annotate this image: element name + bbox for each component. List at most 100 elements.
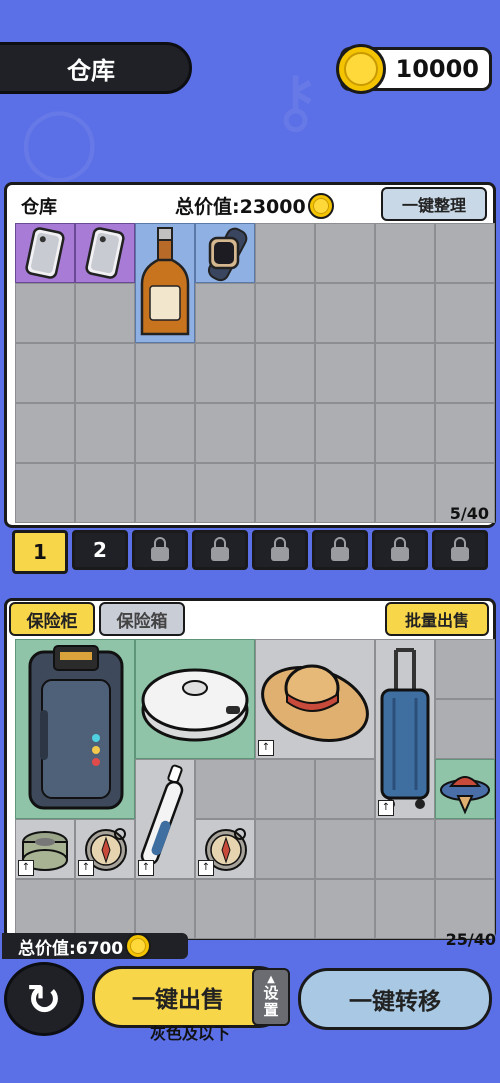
grid-slot[interactable]	[135, 403, 195, 463]
upgrade-marker-icon: ↑	[18, 860, 34, 876]
grid-slot[interactable]	[195, 759, 255, 819]
grid-slot[interactable]	[255, 879, 315, 939]
page-tab-locked[interactable]	[132, 530, 188, 570]
phone-case-icon	[25, 227, 65, 279]
grid-slot[interactable]	[75, 283, 135, 343]
grid-slot[interactable]	[375, 463, 435, 523]
refresh-icon: ↻	[26, 974, 62, 1024]
item-slot-whiskey-bottle[interactable]	[135, 223, 195, 343]
warehouse-capacity: 5/40	[449, 504, 489, 523]
grid-slot[interactable]	[435, 223, 495, 283]
grid-slot[interactable]	[435, 699, 495, 759]
grid-slot[interactable]	[375, 879, 435, 939]
item-slot-suitcase[interactable]: ↑	[375, 639, 435, 819]
grid-slot[interactable]	[435, 403, 495, 463]
grid-slot[interactable]	[435, 639, 495, 699]
grid-slot[interactable]	[315, 403, 375, 463]
grid-slot[interactable]	[255, 759, 315, 819]
grid-slot[interactable]	[315, 223, 375, 283]
grid-slot[interactable]	[195, 463, 255, 523]
item-slot-spinning-top[interactable]	[435, 759, 495, 819]
item-slot-smart-watch[interactable]	[195, 223, 255, 283]
grid-slot[interactable]	[435, 819, 495, 879]
grid-slot[interactable]	[195, 343, 255, 403]
power-bank-icon	[28, 645, 124, 810]
item-slot-robot-vacuum[interactable]	[135, 639, 255, 759]
grid-slot[interactable]	[315, 819, 375, 879]
upgrade-marker-icon: ↑	[258, 740, 274, 756]
auto-sort-button[interactable]: 一键整理	[381, 187, 487, 221]
spinning-top-icon	[440, 776, 490, 815]
grid-slot[interactable]	[375, 403, 435, 463]
grid-slot[interactable]	[255, 463, 315, 523]
grid-slot[interactable]	[135, 343, 195, 403]
grid-slot[interactable]	[315, 343, 375, 403]
grid-slot[interactable]	[255, 403, 315, 463]
lock-icon	[331, 537, 349, 561]
suitcase-icon	[380, 648, 430, 809]
refresh-button[interactable]: ↻	[4, 962, 84, 1036]
grid-slot[interactable]	[135, 879, 195, 939]
grid-slot[interactable]	[255, 223, 315, 283]
batch-sell-button[interactable]: 批量出售	[385, 602, 489, 636]
item-slot-electric-toothbrush[interactable]: ↑	[135, 759, 195, 879]
grid-slot[interactable]	[315, 463, 375, 523]
grid-slot[interactable]	[15, 879, 75, 939]
grid-slot[interactable]	[315, 759, 375, 819]
phone-case-icon	[85, 227, 125, 279]
grid-slot[interactable]	[435, 343, 495, 403]
page-tab-locked[interactable]	[372, 530, 428, 570]
tab-safe-cabinet[interactable]: 保险柜	[9, 602, 95, 636]
grid-slot[interactable]	[255, 343, 315, 403]
item-slot-power-bank[interactable]	[15, 639, 135, 819]
grid-slot[interactable]	[135, 463, 195, 523]
grid-slot[interactable]	[315, 879, 375, 939]
sell-settings-button[interactable]: ▲ 设 置	[252, 968, 290, 1026]
item-slot-straw-hat[interactable]: ↑	[255, 639, 375, 759]
upgrade-marker-icon: ↑	[378, 800, 394, 816]
grid-slot[interactable]	[255, 819, 315, 879]
background-key-deco: ⚷	[270, 60, 322, 142]
grid-slot[interactable]	[435, 283, 495, 343]
grid-slot[interactable]	[195, 283, 255, 343]
grid-slot[interactable]	[75, 403, 135, 463]
vault-total-text: 总价值:6700	[18, 938, 124, 959]
page-tab-locked[interactable]	[312, 530, 368, 570]
grid-slot[interactable]	[15, 463, 75, 523]
grid-slot[interactable]	[75, 463, 135, 523]
grid-slot[interactable]	[15, 343, 75, 403]
grid-slot[interactable]	[375, 819, 435, 879]
one-click-transfer-label: 一键转移	[349, 989, 441, 1015]
tab-safe-box[interactable]: 保险箱	[99, 602, 185, 636]
warehouse-label: 仓库	[21, 197, 57, 218]
item-slot-compass[interactable]: ↑	[75, 819, 135, 879]
page-tab-locked[interactable]	[432, 530, 488, 570]
grid-slot[interactable]	[375, 223, 435, 283]
settings-label-1: 设	[263, 984, 279, 1002]
grid-slot[interactable]	[15, 403, 75, 463]
item-slot-phone-case[interactable]	[15, 223, 75, 283]
robot-vacuum-icon	[141, 668, 249, 742]
item-slot-compass[interactable]: ↑	[195, 819, 255, 879]
grid-slot[interactable]	[255, 283, 315, 343]
grid-slot[interactable]	[195, 403, 255, 463]
vault-panel: 保险柜 保险箱 批量出售 ↑ ↑ ↑ ↑ ↑ ↑	[4, 598, 496, 940]
grid-slot[interactable]	[75, 343, 135, 403]
lock-icon	[391, 537, 409, 561]
page-tab-2[interactable]: 2	[72, 530, 128, 570]
grid-slot[interactable]	[195, 879, 255, 939]
grid-slot[interactable]	[375, 343, 435, 403]
item-slot-tape-roll[interactable]: ↑	[15, 819, 75, 879]
grid-slot[interactable]	[375, 283, 435, 343]
coin-balance-value: 10000	[395, 55, 480, 83]
page-tab-locked[interactable]	[252, 530, 308, 570]
background-coin-deco: ◯	[20, 100, 99, 182]
page-tab-1[interactable]: 1	[12, 530, 68, 574]
one-click-transfer-button[interactable]: 一键转移	[298, 968, 492, 1030]
page-tab-locked[interactable]	[192, 530, 248, 570]
grid-slot[interactable]	[15, 283, 75, 343]
grid-slot[interactable]	[75, 879, 135, 939]
item-slot-phone-case[interactable]	[75, 223, 135, 283]
grid-slot[interactable]	[315, 283, 375, 343]
sell-filter-label: 灰色及以下	[149, 1024, 230, 1043]
